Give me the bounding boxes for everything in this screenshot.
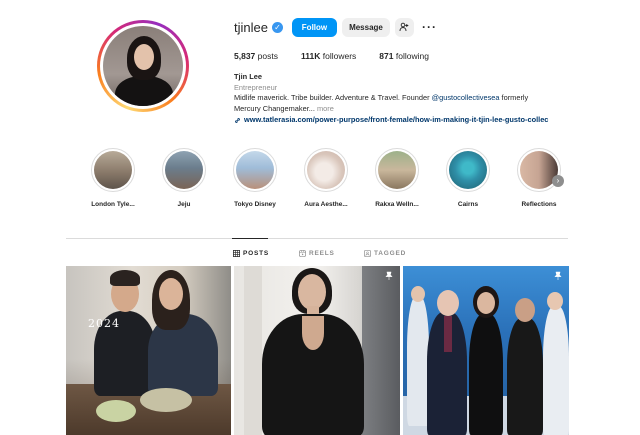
bio-text: Midlife maverick. Tribe builder. Adventu… — [234, 93, 432, 102]
more-horizontal-icon[interactable]: ··· — [422, 20, 437, 34]
tag-icon — [364, 250, 371, 257]
scene-column — [244, 266, 262, 435]
highlight-thumbnail — [165, 151, 203, 189]
highlight-aura[interactable]: Aura Aesthe... — [291, 148, 361, 208]
post-thumbnail[interactable] — [403, 266, 569, 435]
grid-icon — [233, 250, 240, 257]
tab-reels[interactable]: REELS — [299, 250, 335, 257]
message-button[interactable]: Message — [341, 17, 390, 37]
mention-link[interactable]: @gustocollectivesea — [432, 93, 500, 102]
person-head — [547, 292, 563, 310]
highlight-jeju[interactable]: Jeju — [149, 148, 219, 208]
posts-stat-label: posts — [257, 51, 278, 61]
avatar-body — [115, 76, 173, 106]
highlight-tokyo-disney[interactable]: Tokyo Disney — [220, 148, 290, 208]
pin-icon — [385, 271, 393, 280]
highlight-ring — [375, 148, 419, 192]
person-neckline — [302, 316, 324, 350]
person-head — [298, 274, 326, 310]
person-add-icon — [400, 22, 409, 32]
username: tjinlee — [234, 19, 268, 35]
person-figure — [543, 306, 569, 435]
highlight-thumbnail — [307, 151, 345, 189]
avatar-photo — [103, 26, 183, 106]
highlight-ring — [446, 148, 490, 192]
posts-count: 5,837 — [234, 51, 256, 61]
person-figure — [507, 318, 543, 435]
profile-actions-row: tjinlee ✓ Follow Message ··· — [234, 17, 437, 37]
suggested-accounts-button[interactable] — [394, 17, 414, 37]
chevron-right-icon[interactable]: › — [552, 175, 564, 187]
full-name: Tjin Lee — [234, 72, 262, 81]
person-hair — [110, 270, 140, 286]
avatar-face — [134, 44, 154, 70]
post-thumbnail[interactable]: 2024 — [66, 266, 231, 435]
food-plate — [96, 400, 136, 422]
highlight-label: Aura Aesthe... — [304, 201, 348, 208]
avatar-gap — [100, 23, 186, 109]
person-head — [437, 290, 459, 316]
category-label: Entrepreneur — [234, 82, 278, 92]
highlight-thumbnail — [236, 151, 274, 189]
external-link-text: www.tatlerasia.com/power-purpose/front-f… — [244, 115, 549, 124]
highlight-label: Jeju — [177, 201, 191, 208]
external-link[interactable]: www.tatlerasia.com/power-purpose/front-f… — [234, 115, 584, 126]
following-stat-label: following — [395, 51, 429, 61]
tab-tagged[interactable]: TAGGED — [364, 250, 406, 257]
person-head — [515, 298, 535, 322]
post-year-overlay: 2024 — [88, 317, 120, 330]
food-plate — [140, 388, 192, 412]
highlight-label: Cairns — [457, 201, 479, 208]
following-count: 871 — [379, 51, 394, 61]
profile-stats: 5,837 posts 111K followers 871 following — [234, 51, 452, 61]
highlight-ring — [91, 148, 135, 192]
tab-posts-label: POSTS — [243, 250, 270, 257]
tabs-divider — [66, 238, 568, 239]
person-shirt — [444, 316, 452, 352]
highlight-rakxa[interactable]: Rakxa Welln... — [362, 148, 432, 208]
scene-window — [362, 266, 400, 435]
verified-badge-icon: ✓ — [271, 21, 283, 33]
tab-reels-label: REELS — [309, 250, 335, 257]
bio-text-2: Mercury Changemaker... — [234, 103, 317, 113]
active-tab-indicator — [232, 238, 268, 239]
highlight-london[interactable]: London Tyle... — [78, 148, 148, 208]
tab-tagged-label: TAGGED — [374, 250, 407, 257]
person-head — [159, 278, 183, 310]
followers-stat-label: followers — [322, 51, 357, 61]
followers-stat[interactable]: 111K followers — [301, 51, 356, 61]
highlight-label: Tokyo Disney — [234, 201, 276, 208]
following-stat[interactable]: 871 following — [379, 51, 429, 61]
highlight-cairns[interactable]: Cairns — [433, 148, 503, 208]
highlight-thumbnail — [378, 151, 416, 189]
highlight-ring — [162, 148, 206, 192]
highlight-ring — [304, 148, 348, 192]
highlight-thumbnail — [449, 151, 487, 189]
bio-line-1: Midlife maverick. Tribe builder. Adventu… — [234, 93, 584, 104]
person-figure — [407, 296, 429, 426]
follow-button[interactable]: Follow — [291, 17, 337, 37]
profile-bio: Tjin Lee Entrepreneur Midlife maverick. … — [234, 72, 584, 126]
person-figure — [469, 314, 503, 435]
pin-icon — [554, 271, 562, 280]
profile-avatar[interactable] — [97, 20, 189, 112]
highlight-thumbnail — [94, 151, 132, 189]
link-icon — [235, 117, 240, 123]
highlight-ring — [233, 148, 277, 192]
bio-line-2: Mercury Changemaker... more — [234, 104, 584, 115]
post-thumbnail[interactable] — [234, 266, 400, 435]
story-highlights: London Tyle... Jeju Tokyo Disney Aura Ae… — [0, 148, 640, 218]
person-head — [477, 292, 495, 314]
person-head — [411, 286, 425, 302]
followers-count: 111K — [300, 51, 321, 61]
reels-icon — [299, 250, 306, 257]
posts-stat: 5,837 posts — [234, 51, 278, 61]
bio-more-link[interactable]: more — [317, 104, 334, 113]
highlight-label: Reflections — [521, 201, 557, 208]
highlight-label: London Tyle... — [91, 201, 135, 208]
bio-text-end: formerly — [499, 93, 529, 102]
highlight-label: Rakxa Welln... — [375, 201, 419, 208]
tab-posts[interactable]: POSTS — [233, 250, 269, 257]
